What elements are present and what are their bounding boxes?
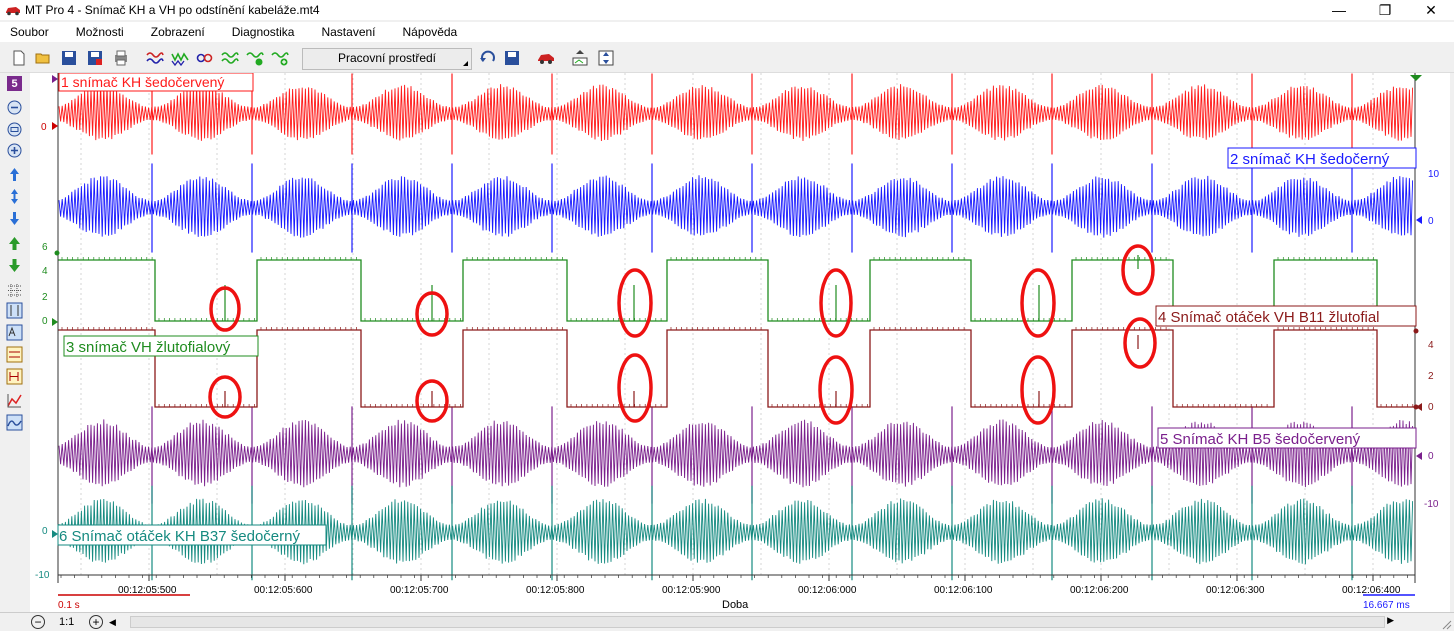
save-icon[interactable] <box>60 49 78 67</box>
time-tick-label: 00:12:06:000 <box>798 585 857 596</box>
car-app-icon <box>6 7 20 16</box>
open-folder-icon[interactable] <box>34 49 52 67</box>
time-measure-icon[interactable] <box>6 368 23 385</box>
ch3-tick-4: 4 <box>42 266 48 277</box>
fit-window-icon[interactable] <box>597 49 615 67</box>
menu-diagnostika[interactable]: Diagnostika <box>226 25 295 39</box>
save-as-icon[interactable] <box>86 49 104 67</box>
save-workspace-icon[interactable] <box>503 49 521 67</box>
ch3-tick-0: 0 <box>42 316 48 327</box>
expand-vertical-icon[interactable] <box>6 188 23 205</box>
signal-view-4-icon[interactable] <box>221 49 239 67</box>
zoom-out-icon[interactable] <box>6 99 23 116</box>
channel-up-icon[interactable] <box>6 235 23 252</box>
signal-view-5-icon[interactable] <box>246 49 264 67</box>
channel-down-icon[interactable] <box>6 257 23 274</box>
signal-view-1-icon[interactable] <box>146 49 164 67</box>
channel-label-5[interactable]: 5 Snímač KH B5 šedočervený <box>1157 427 1417 449</box>
menu-zobrazeni[interactable]: Zobrazení <box>145 25 205 39</box>
waveform-canvas[interactable]: 1 snímač KH šedočervený 2 snímač KH šedo… <box>30 73 1450 613</box>
time-axis-title: Doba <box>722 599 749 611</box>
channel-label-1-text: 1 snímač KH šedočervený <box>61 74 224 90</box>
horizontal-scrollbar[interactable] <box>130 616 1385 628</box>
new-file-icon[interactable] <box>10 49 28 67</box>
time-tick-label: 00:12:06:300 <box>1206 585 1265 596</box>
toolbar: Pracovní prostředí <box>0 45 1454 73</box>
time-tick-label: 00:12:05:600 <box>254 585 313 596</box>
zoom-out-button[interactable]: − <box>31 615 45 629</box>
channel-label-6-text: 6 Snímač otáček KH B37 šedočerný <box>59 528 300 545</box>
maximize-button[interactable]: ❐ <box>1362 0 1408 20</box>
zoom-in-button[interactable]: + <box>89 615 103 629</box>
minimize-button[interactable]: — <box>1316 0 1362 20</box>
channel-label-2[interactable]: 2 snímač KH šedočerný <box>1227 147 1417 169</box>
ch3-tick-6: 6 <box>42 242 48 253</box>
channel-label-4[interactable]: 4 Snímač otáček VH B11 žlutofial <box>1155 305 1417 327</box>
ch5-tick-minus10: -10 <box>1424 499 1439 510</box>
chart-blue-icon[interactable] <box>6 414 23 431</box>
scale-right-label: 16.667 ms <box>1363 600 1410 611</box>
time-tick-label: 00:12:06:200 <box>1070 585 1129 596</box>
channel-label-5-text: 5 Snímač KH B5 šedočervený <box>1160 431 1361 448</box>
channel-count-badge[interactable]: 5 <box>7 76 22 91</box>
scroll-left-icon[interactable]: ◀ <box>109 617 116 628</box>
channel-label-1[interactable]: 1 snímač KH šedočervený <box>58 73 254 92</box>
window-controls: — ❐ ✕ <box>1316 0 1454 20</box>
move-up-icon[interactable] <box>6 166 23 183</box>
workspace-dropdown[interactable]: Pracovní prostředí <box>302 48 472 70</box>
fit-vertical-icon[interactable] <box>571 49 589 67</box>
undo-icon[interactable] <box>479 49 497 67</box>
resize-grip-icon[interactable] <box>1440 618 1452 630</box>
ch4-tick-2: 2 <box>1428 371 1434 382</box>
channel-label-6[interactable]: 6 Snímač otáček KH B37 šedočerný <box>57 524 327 546</box>
menu-nastaveni[interactable]: Nastavení <box>315 25 375 39</box>
menu-bar: Soubor Možnosti Zobrazení Diagnostika Na… <box>0 22 1454 42</box>
cursor-values-icon[interactable] <box>6 302 23 319</box>
ch6-tick-minus10: -10 <box>35 570 50 581</box>
menu-napoveda[interactable]: Nápověda <box>397 25 458 39</box>
text-labels-icon[interactable] <box>6 324 23 341</box>
time-tick-label: 00:12:05:800 <box>526 585 585 596</box>
close-button[interactable]: ✕ <box>1408 0 1454 20</box>
dropdown-corner-icon <box>463 61 468 66</box>
bottom-bar: − 1:1 + ◀ ▶ <box>0 612 1454 631</box>
chart-red-icon[interactable] <box>6 392 23 409</box>
title-bar: MT Pro 4 - Snímač KH a VH po odstínění k… <box>0 0 1454 20</box>
ch6-tick-0: 0 <box>42 526 48 537</box>
ch1-zero-label: 0 <box>41 122 47 133</box>
vehicle-icon[interactable] <box>537 49 555 67</box>
menu-moznosti[interactable]: Možnosti <box>70 25 124 39</box>
ch4-tick-4: 4 <box>1428 340 1434 351</box>
grid-icon[interactable] <box>6 282 23 299</box>
menu-soubor[interactable]: Soubor <box>4 25 49 39</box>
app-window: MT Pro 4 - Snímač KH a VH po odstínění k… <box>0 0 1454 631</box>
time-tick-label: 00:12:05:700 <box>390 585 449 596</box>
time-tick-label: 00:12:06:100 <box>934 585 993 596</box>
window-title: MT Pro 4 - Snímač KH a VH po odstínění k… <box>25 3 320 17</box>
scale-left-label: 0.1 s <box>58 600 80 611</box>
zoom-ratio[interactable]: 1:1 <box>59 616 79 628</box>
measure-icon[interactable] <box>6 346 23 363</box>
ch5-tick-0: 0 <box>1428 451 1434 462</box>
signal-view-3-icon[interactable] <box>196 49 214 67</box>
channel-label-3-text: 3 snímač VH žlutofialový <box>66 339 231 356</box>
ch2-tick-10: 10 <box>1428 169 1440 180</box>
channel-label-2-text: 2 snímač KH šedočerný <box>1230 151 1390 168</box>
zoom-reset-icon[interactable] <box>6 121 23 138</box>
ch4-tick-0: 0 <box>1428 402 1434 413</box>
oscilloscope-plot[interactable]: 1 snímač KH šedočervený 2 snímač KH šedo… <box>30 73 1450 613</box>
time-tick-label: 00:12:05:900 <box>662 585 721 596</box>
zoom-in-icon[interactable] <box>6 142 23 159</box>
ch2-tick-0: 0 <box>1428 216 1434 227</box>
workspace-label: Pracovní prostředí <box>337 50 437 65</box>
move-down-icon[interactable] <box>6 210 23 227</box>
print-icon[interactable] <box>112 49 130 67</box>
ch3-tick-2: 2 <box>42 292 48 303</box>
signal-view-2-icon[interactable] <box>171 49 189 67</box>
scroll-right-icon[interactable]: ▶ <box>1387 615 1394 626</box>
channel-label-4-text: 4 Snímač otáček VH B11 žlutofial <box>1158 309 1380 326</box>
channel-label-3[interactable]: 3 snímač VH žlutofialový <box>63 335 259 357</box>
signal-view-6-icon[interactable] <box>271 49 289 67</box>
